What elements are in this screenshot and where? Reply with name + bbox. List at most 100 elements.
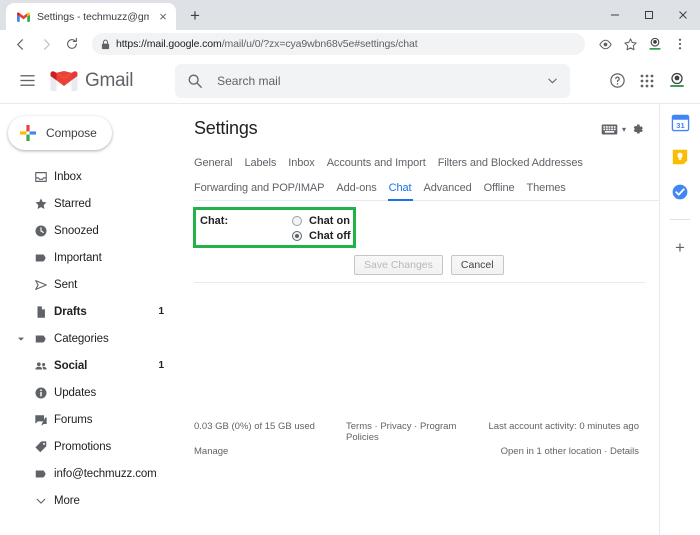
sidebar-item-updates[interactable]: Updates <box>0 379 180 406</box>
display-density-icon[interactable] <box>601 123 618 136</box>
tab-general[interactable]: General <box>194 151 233 175</box>
right-side-panel: 31 + <box>660 104 700 535</box>
label-important-icon <box>28 251 54 265</box>
lock-icon <box>101 39 110 50</box>
forum-icon <box>28 413 54 427</box>
star-icon[interactable] <box>618 32 642 56</box>
sidebar-item-categories[interactable]: Categories <box>0 325 180 352</box>
sidebar-item-starred[interactable]: Starred <box>0 190 180 217</box>
radio-chat-off[interactable] <box>292 231 302 241</box>
gear-icon[interactable] <box>630 122 645 137</box>
browser-titlebar: Settings - techmuzz@gmail.com × + <box>0 0 700 30</box>
search-icon <box>187 73 203 89</box>
settings-header: Settings ▾ <box>194 118 659 139</box>
tab-inbox[interactable]: Inbox <box>288 151 315 175</box>
settings-pane: Settings ▾ General Labels Inbox Accounts… <box>180 104 660 535</box>
three-dot-menu-icon[interactable] <box>668 32 692 56</box>
label-icon <box>28 467 54 481</box>
privacy-link[interactable]: Privacy <box>380 421 411 432</box>
sidebar-item-info-techmuzz[interactable]: info@techmuzz.com <box>0 460 180 487</box>
chevron-down-icon[interactable] <box>547 75 558 86</box>
terms-link[interactable]: Terms <box>346 421 372 432</box>
sidebar-item-social[interactable]: Social 1 <box>0 352 180 379</box>
tab-advanced[interactable]: Advanced <box>424 175 472 200</box>
tab-chat[interactable]: Chat <box>387 175 413 201</box>
separator: · <box>411 421 420 432</box>
footer-links: Terms · Privacy · Program Policies <box>346 421 489 443</box>
cancel-button[interactable]: Cancel <box>450 255 504 275</box>
settings-action-buttons: Save Changes Cancel <box>194 255 645 283</box>
storage-usage: 0.03 GB (0%) of 15 GB used <box>194 421 315 432</box>
chat-settings-section: Chat: Chat on Chat off <box>193 207 659 248</box>
sidebar-item-sent[interactable]: Sent <box>0 271 180 298</box>
eye-icon[interactable] <box>593 32 617 56</box>
caret-down-icon[interactable] <box>14 335 28 343</box>
inbox-icon <box>28 170 54 184</box>
google-calendar-icon[interactable]: 31 <box>670 112 690 132</box>
add-app-button[interactable]: + <box>670 237 690 257</box>
new-tab-button[interactable]: + <box>182 3 208 29</box>
tab-offline[interactable]: Offline <box>484 175 515 200</box>
url-text: https://mail.google.com/mail/u/0/?zx=cya… <box>116 38 418 50</box>
tab-labels[interactable]: Labels <box>244 151 276 175</box>
manage-link[interactable]: Manage <box>194 446 346 457</box>
maximize-icon[interactable] <box>632 0 666 30</box>
apps-grid-icon[interactable] <box>634 68 660 94</box>
forward-icon[interactable] <box>34 32 58 56</box>
sidebar-label: Inbox <box>54 170 82 183</box>
sidebar-nav: Inbox Starred Snoozed Important Sent Dra… <box>0 163 180 514</box>
help-icon[interactable] <box>604 68 630 94</box>
back-icon[interactable] <box>8 32 32 56</box>
settings-tabs-row-2: Forwarding and POP/IMAP Add-ons Chat Adv… <box>194 175 645 201</box>
close-icon[interactable]: × <box>156 10 170 24</box>
chevron-down-icon[interactable]: ▾ <box>622 125 626 134</box>
address-bar[interactable]: https://mail.google.com/mail/u/0/?zx=cya… <box>92 33 585 55</box>
sidebar-item-forums[interactable]: Forums <box>0 406 180 433</box>
tag-icon <box>28 440 54 454</box>
minimize-icon[interactable] <box>598 0 632 30</box>
search-input[interactable] <box>217 73 548 88</box>
reload-icon[interactable] <box>60 32 84 56</box>
hamburger-icon[interactable] <box>8 62 46 100</box>
sidebar-count: 1 <box>158 360 164 371</box>
sidebar-item-drafts[interactable]: Drafts 1 <box>0 298 180 325</box>
sidebar-label: Updates <box>54 386 97 399</box>
tab-add-ons[interactable]: Add-ons <box>336 175 376 200</box>
clock-icon <box>28 224 54 238</box>
sidebar-item-promotions[interactable]: Promotions <box>0 433 180 460</box>
sidebar-label: Forums <box>54 413 93 426</box>
sidebar-item-snoozed[interactable]: Snoozed <box>0 217 180 244</box>
tab-accounts-and-import[interactable]: Accounts and Import <box>327 151 426 175</box>
chat-off-option[interactable]: Chat off <box>292 230 351 242</box>
plus-icon <box>19 124 37 142</box>
footer-row-2: Manage Open in 1 other location · Detail… <box>194 446 639 457</box>
sidebar-label: Sent <box>54 278 78 291</box>
settings-header-actions: ▾ <box>601 118 645 137</box>
details-link[interactable]: Details <box>610 446 639 457</box>
sidebar-item-more[interactable]: More <box>0 487 180 514</box>
header-actions <box>604 68 700 94</box>
google-keep-icon[interactable] <box>670 147 690 167</box>
compose-button[interactable]: Compose <box>8 116 112 150</box>
last-account-activity: Last account activity: 0 minutes ago <box>488 421 640 432</box>
star-icon <box>28 197 54 211</box>
tab-filters-and-blocked-addresses[interactable]: Filters and Blocked Addresses <box>438 151 583 175</box>
close-window-icon[interactable] <box>666 0 700 30</box>
account-avatar-icon[interactable] <box>664 68 690 94</box>
tab-themes[interactable]: Themes <box>527 175 566 200</box>
tab-title: Settings - techmuzz@gmail.com <box>37 10 149 23</box>
open-in-other-location: Open in 1 other location <box>500 446 602 457</box>
avatar-icon[interactable] <box>643 32 667 56</box>
save-changes-button[interactable]: Save Changes <box>354 255 443 275</box>
sidebar-item-inbox[interactable]: Inbox <box>0 163 180 190</box>
google-tasks-icon[interactable] <box>670 182 690 202</box>
gmail-logo[interactable]: Gmail <box>50 70 133 92</box>
radio-chat-on[interactable] <box>292 216 302 226</box>
search-bar[interactable] <box>175 63 571 98</box>
sidebar-item-important[interactable]: Important <box>0 244 180 271</box>
chat-on-option[interactable]: Chat on <box>292 215 351 227</box>
browser-tab[interactable]: Settings - techmuzz@gmail.com × <box>6 3 176 30</box>
tab-forwarding-and-pop-imap[interactable]: Forwarding and POP/IMAP <box>194 175 324 200</box>
settings-footer: 0.03 GB (0%) of 15 GB used Terms · Priva… <box>194 421 639 457</box>
sidebar-label: Categories <box>54 332 109 345</box>
